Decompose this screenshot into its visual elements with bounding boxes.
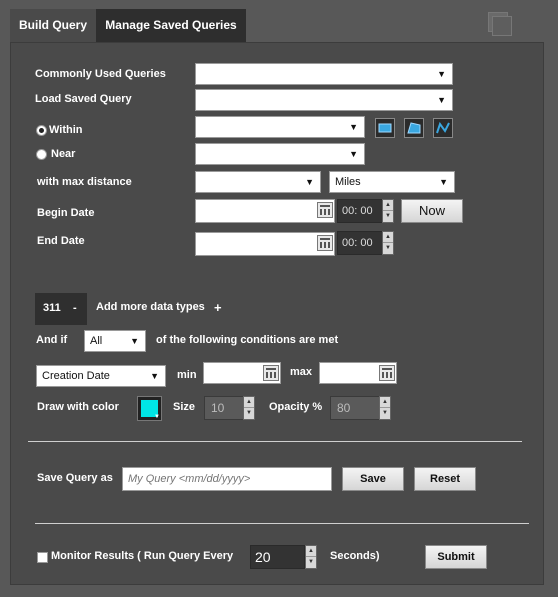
size-label: Size xyxy=(173,401,196,413)
tab-manage-saved-queries[interactable]: Manage Saved Queries xyxy=(96,9,246,42)
monitor-seconds-stepper[interactable]: ▲ ▼ xyxy=(305,545,317,569)
begin-time[interactable]: 00: 00 xyxy=(337,199,383,223)
chevron-up-icon[interactable]: ▲ xyxy=(383,232,393,243)
calendar-icon[interactable] xyxy=(317,235,333,251)
remove-data-type-button[interactable]: - xyxy=(73,302,77,314)
end-date-label: End Date xyxy=(37,235,85,247)
polygon-icon[interactable] xyxy=(404,118,424,138)
end-time[interactable]: 00: 00 xyxy=(337,231,383,255)
chevron-down-icon: ▼ xyxy=(437,69,446,79)
max-label: max xyxy=(290,366,313,378)
within-radio[interactable] xyxy=(36,125,47,136)
chevron-down-icon: ▼ xyxy=(349,122,358,132)
begin-date-input[interactable] xyxy=(195,199,335,223)
chevron-down-icon: ▼ xyxy=(349,149,358,159)
calendar-icon[interactable] xyxy=(263,365,279,381)
chevron-down-icon[interactable]: ▼ xyxy=(380,408,390,419)
opacity-label: Opacity % xyxy=(269,401,323,413)
condition-match-select[interactable]: All ▼ xyxy=(84,330,146,352)
begin-time-stepper[interactable]: ▲ ▼ xyxy=(382,199,394,223)
condition-field-value: Creation Date xyxy=(42,370,110,382)
save-query-label: Save Query as xyxy=(37,472,113,484)
chevron-down-icon: ▼ xyxy=(150,371,159,381)
tab-build-query[interactable]: Build Query xyxy=(10,9,96,42)
condition-field-select[interactable]: Creation Date ▼ xyxy=(36,365,166,387)
size-input[interactable]: 10 xyxy=(204,396,244,420)
chevron-down-icon[interactable]: ▼ xyxy=(306,557,316,568)
distance-unit-select[interactable]: Miles ▼ xyxy=(329,171,455,193)
commonly-used-label: Commonly Used Queries xyxy=(35,68,166,80)
load-saved-label: Load Saved Query xyxy=(35,93,132,105)
monitor-label: Monitor Results ( Run Query Every xyxy=(51,550,234,562)
chevron-up-icon[interactable]: ▲ xyxy=(306,546,316,557)
opacity-stepper[interactable]: ▲ ▼ xyxy=(379,396,391,420)
end-time-stepper[interactable]: ▲ ▼ xyxy=(382,231,394,255)
max-date-input[interactable] xyxy=(319,362,397,384)
chevron-up-icon[interactable]: ▲ xyxy=(380,397,390,408)
load-saved-select[interactable]: ▼ xyxy=(195,89,453,111)
now-button[interactable]: Now xyxy=(401,199,463,223)
commonly-used-select[interactable]: ▼ xyxy=(195,63,453,85)
chevron-down-icon[interactable]: ▼ xyxy=(383,211,393,222)
opacity-input[interactable]: 80 xyxy=(330,396,380,420)
size-stepper[interactable]: ▲ ▼ xyxy=(243,396,255,420)
layers-icon[interactable] xyxy=(488,12,512,36)
draw-color-label: Draw with color xyxy=(37,401,119,413)
near-label: Near xyxy=(51,148,76,160)
reset-button[interactable]: Reset xyxy=(414,467,476,491)
begin-date-label: Begin Date xyxy=(37,207,95,219)
end-minute: 00 xyxy=(360,237,373,249)
min-label: min xyxy=(177,369,197,381)
calendar-icon[interactable] xyxy=(317,202,333,218)
monitor-checkbox[interactable] xyxy=(37,552,48,563)
min-date-input[interactable] xyxy=(203,362,281,384)
chevron-up-icon[interactable]: ▲ xyxy=(383,200,393,211)
submit-button[interactable]: Submit xyxy=(425,545,487,569)
within-label: Within xyxy=(49,124,83,136)
data-type-chip: 311 - xyxy=(35,293,87,325)
max-distance-select[interactable]: ▼ xyxy=(195,171,321,193)
conditions-label: of the following conditions are met xyxy=(156,334,339,346)
begin-minute: 00 xyxy=(360,205,373,217)
within-select[interactable]: ▼ xyxy=(195,116,365,138)
query-name-input[interactable] xyxy=(122,467,332,491)
chevron-down-icon: ▼ xyxy=(439,177,448,187)
divider xyxy=(28,441,522,442)
chevron-down-icon: ▼ xyxy=(154,414,160,420)
polyline-icon[interactable] xyxy=(433,118,453,138)
divider xyxy=(35,523,529,524)
save-button[interactable]: Save xyxy=(342,467,404,491)
add-more-label: Add more data types xyxy=(96,301,205,313)
begin-hour: 00 xyxy=(342,205,355,217)
add-data-type-button[interactable]: + xyxy=(214,300,222,315)
data-type-count: 311 xyxy=(43,302,61,314)
seconds-label: Seconds) xyxy=(330,550,380,562)
near-select[interactable]: ▼ xyxy=(195,143,365,165)
color-picker[interactable]: ▼ xyxy=(137,396,162,421)
calendar-icon[interactable] xyxy=(379,365,395,381)
chevron-down-icon[interactable]: ▼ xyxy=(244,408,254,419)
chevron-up-icon[interactable]: ▲ xyxy=(244,397,254,408)
condition-match-value: All xyxy=(90,335,103,347)
chevron-down-icon: ▼ xyxy=(305,177,314,187)
distance-unit-value: Miles xyxy=(335,176,361,188)
and-if-label: And if xyxy=(36,334,68,346)
near-radio[interactable] xyxy=(36,149,47,160)
end-hour: 00 xyxy=(342,237,355,249)
end-date-input[interactable] xyxy=(195,232,335,256)
chevron-down-icon: ▼ xyxy=(437,95,446,105)
chevron-down-icon: ▼ xyxy=(130,336,139,346)
rectangle-icon[interactable] xyxy=(375,118,395,138)
monitor-seconds-input[interactable]: 20 xyxy=(250,545,305,569)
chevron-down-icon[interactable]: ▼ xyxy=(383,243,393,254)
max-distance-label: with max distance xyxy=(37,176,132,188)
